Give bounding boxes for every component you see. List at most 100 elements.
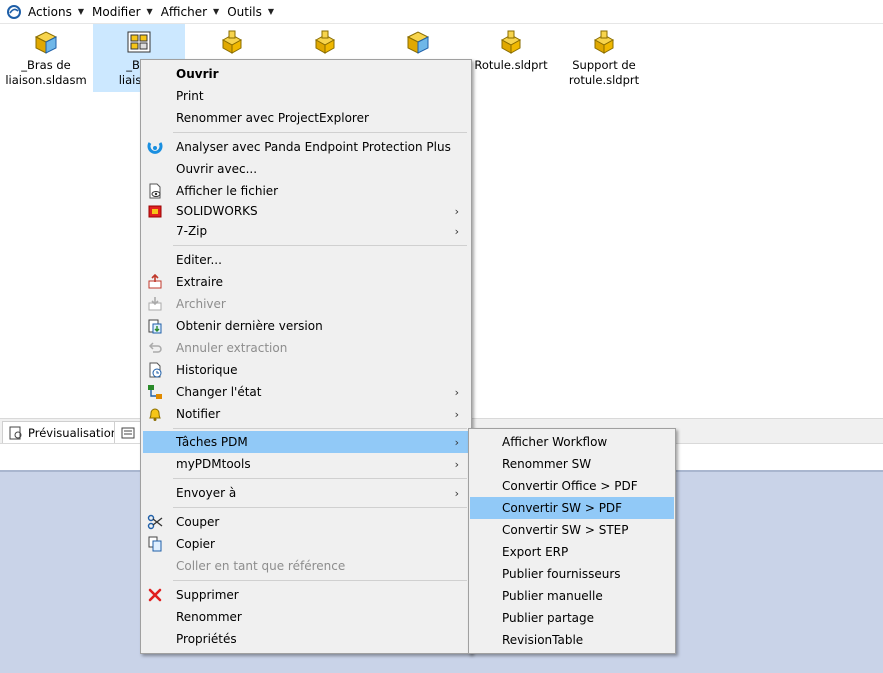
menu-item-label: Historique xyxy=(176,363,238,377)
file-name-line2: liaison.sldasm xyxy=(5,73,87,87)
menu-afficher[interactable]: Afficher ▼ xyxy=(161,5,220,19)
file-item-bras-assembly[interactable]: _Bras de liaison.sldasm xyxy=(0,24,92,92)
history-icon xyxy=(149,362,162,378)
menu-item-7zip[interactable]: 7-Zip › xyxy=(143,220,469,242)
menu-item-label: Annuler extraction xyxy=(176,341,288,355)
menu-item-label: Copier xyxy=(176,537,215,551)
chevron-right-icon: › xyxy=(454,435,459,449)
chevron-right-icon: › xyxy=(454,204,459,218)
menu-actions[interactable]: Actions ▼ xyxy=(28,5,84,19)
menu-item-undo-checkout: Annuler extraction xyxy=(143,337,469,359)
submenu-item-label: Afficher Workflow xyxy=(502,435,608,449)
chevron-down-icon: ▼ xyxy=(77,7,84,16)
menu-item-label: Couper xyxy=(176,515,220,529)
menu-item-label: Ouvrir avec... xyxy=(176,162,258,176)
menu-item-label: Analyser avec Panda Endpoint Protection … xyxy=(176,140,451,154)
menu-item-archiver: Archiver xyxy=(143,293,469,315)
checkout-icon xyxy=(148,274,162,289)
chevron-down-icon: ▼ xyxy=(146,7,153,16)
menu-separator xyxy=(173,428,467,429)
menu-item-label: Notifier xyxy=(176,407,221,421)
submenu-item-publish-suppliers[interactable]: Publier fournisseurs xyxy=(470,563,674,585)
submenu-item-sw-pdf[interactable]: Convertir SW > PDF xyxy=(470,497,674,519)
menu-item-label: Extraire xyxy=(176,275,224,289)
menu-item-label: Coller en tant que référence xyxy=(176,559,346,573)
menu-item-historique[interactable]: Historique xyxy=(143,359,469,381)
menu-item-label: Obtenir dernière version xyxy=(176,319,323,333)
scissors-icon xyxy=(147,514,163,530)
file-item-support-rotule[interactable]: Support de rotule.sldprt xyxy=(558,24,650,92)
menu-item-solidworks[interactable]: SOLIDWORKS › xyxy=(143,200,469,222)
submenu-item-rename-sw[interactable]: Renommer SW xyxy=(470,453,674,475)
menu-item-notifier[interactable]: Notifier › xyxy=(143,403,469,425)
get-latest-icon xyxy=(148,319,162,334)
menu-item-taches-pdm[interactable]: Tâches PDM › xyxy=(143,431,469,453)
menu-item-label: 7-Zip xyxy=(176,224,208,238)
chevron-right-icon: › xyxy=(454,224,459,238)
menu-item-editer[interactable]: Editer... xyxy=(143,249,469,271)
submenu-item-revision-table[interactable]: RevisionTable xyxy=(470,629,674,651)
menu-item-renommer[interactable]: Renommer xyxy=(143,606,469,628)
part-icon xyxy=(593,30,615,54)
menu-item-send-to[interactable]: Envoyer à › xyxy=(143,482,469,504)
menu-item-couper[interactable]: Couper xyxy=(143,511,469,533)
menu-separator xyxy=(173,132,467,133)
menu-item-view-file[interactable]: Afficher le fichier xyxy=(143,180,469,202)
file-name-line1: Rotule.sldprt xyxy=(474,58,548,72)
menu-separator xyxy=(173,507,467,508)
copy-icon xyxy=(148,536,162,552)
submenu-item-export-erp[interactable]: Export ERP xyxy=(470,541,674,563)
submenu-item-label: Export ERP xyxy=(502,545,569,559)
card-icon xyxy=(121,427,135,438)
submenu-item-publish-share[interactable]: Publier partage xyxy=(470,607,674,629)
submenu-item-publish-manual[interactable]: Publier manuelle xyxy=(470,585,674,607)
menu-item-change-state[interactable]: Changer l'état › xyxy=(143,381,469,403)
submenu-item-show-workflow[interactable]: Afficher Workflow xyxy=(470,431,674,453)
chevron-down-icon: ▼ xyxy=(267,7,275,16)
menu-item-get-latest[interactable]: Obtenir dernière version xyxy=(143,315,469,337)
menu-item-ouvrir[interactable]: Ouvrir xyxy=(143,63,469,85)
menu-item-label: Afficher le fichier xyxy=(176,184,279,198)
panda-icon xyxy=(147,142,163,154)
undo-checkout-icon xyxy=(148,342,162,353)
menu-modifier[interactable]: Modifier ▼ xyxy=(92,5,153,19)
menu-item-panda-scan[interactable]: Analyser avec Panda Endpoint Protection … xyxy=(143,136,469,158)
menu-afficher-label: Afficher xyxy=(160,4,208,19)
context-menu: Ouvrir Print Renommer avec ProjectExplor… xyxy=(140,59,472,654)
menu-item-label: Changer l'état xyxy=(176,385,262,399)
menu-separator xyxy=(173,478,467,479)
file-item-rotule[interactable]: Rotule.sldprt xyxy=(465,24,557,92)
submenu-item-label: Convertir SW > PDF xyxy=(502,501,623,515)
menu-item-paste-reference: Coller en tant que référence xyxy=(143,555,469,577)
chevron-right-icon: › xyxy=(454,457,459,471)
menu-item-label: Archiver xyxy=(176,297,226,311)
submenu-item-label: Convertir SW > STEP xyxy=(502,523,629,537)
menu-item-copier[interactable]: Copier xyxy=(143,533,469,555)
menu-outils[interactable]: Outils ▼ xyxy=(227,5,274,19)
menu-item-extraire[interactable]: Extraire xyxy=(143,271,469,293)
submenu-item-label: Renommer SW xyxy=(502,457,592,471)
menu-item-rename-projectexplorer[interactable]: Renommer avec ProjectExplorer xyxy=(143,107,469,129)
menu-separator xyxy=(173,245,467,246)
menu-bar: Actions ▼ Modifier ▼ Afficher ▼ Outils ▼ xyxy=(0,0,883,24)
file-name-line1: _Bras de xyxy=(21,58,71,72)
menu-separator xyxy=(173,580,467,581)
tab-preview[interactable]: Prévisualisation xyxy=(2,421,126,443)
assembly-icon xyxy=(406,31,430,54)
preview-icon xyxy=(9,426,22,439)
part-icon xyxy=(500,30,522,54)
submenu-item-sw-step[interactable]: Convertir SW > STEP xyxy=(470,519,674,541)
menu-item-label: Tâches PDM xyxy=(176,435,248,449)
menu-item-mypdmtools[interactable]: myPDMtools › xyxy=(143,453,469,475)
solidworks-icon xyxy=(148,205,162,218)
menu-item-print[interactable]: Print xyxy=(143,85,469,107)
pdm-vault-icon[interactable] xyxy=(6,4,22,20)
menu-item-open-with[interactable]: Ouvrir avec... xyxy=(143,158,469,180)
menu-item-proprietes[interactable]: Propriétés xyxy=(143,628,469,650)
checkin-icon xyxy=(148,297,162,311)
menu-item-label: Propriétés xyxy=(176,632,237,646)
submenu-item-office-pdf[interactable]: Convertir Office > PDF xyxy=(470,475,674,497)
menu-item-supprimer[interactable]: Supprimer xyxy=(143,584,469,606)
chevron-right-icon: › xyxy=(454,407,459,421)
submenu-item-label: RevisionTable xyxy=(502,633,584,647)
